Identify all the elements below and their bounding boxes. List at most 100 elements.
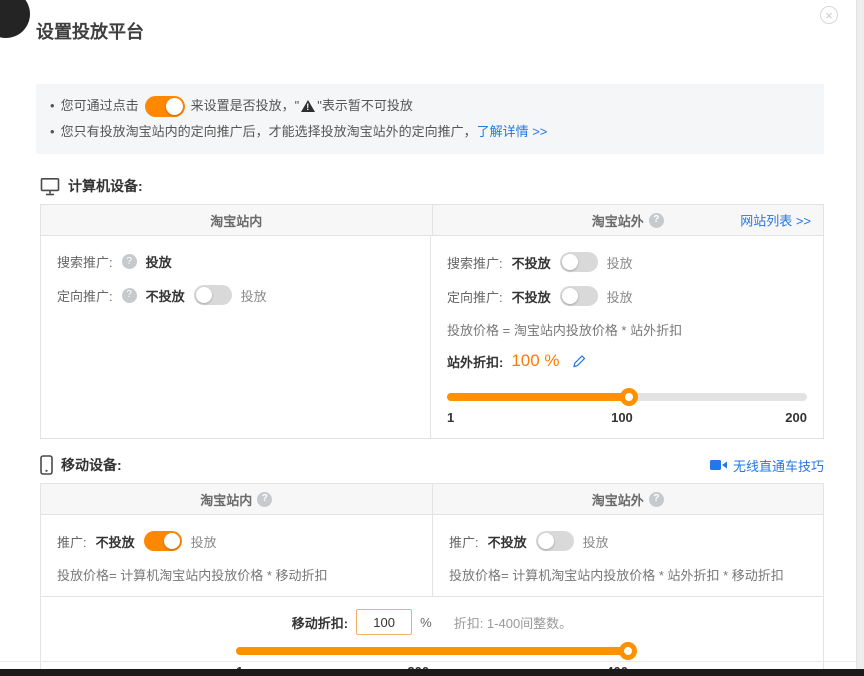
state-text: 不投放 <box>146 286 185 305</box>
offsite-discount-row: 站外折扣: 100 % <box>447 351 807 371</box>
notice-text: 您只有投放淘宝站内的定向推广后，才能选择投放淘宝站外的定向推广， <box>61 120 477 144</box>
scale-mid: 100 <box>611 410 633 425</box>
computer-table: 淘宝站内 淘宝站外 ? 网站列表 >> 搜索推广: ? 投放 定向推广: ? <box>40 204 824 439</box>
col-header-taobao-outside: 淘宝站外 ? <box>432 484 824 514</box>
mobile-discount-slider[interactable] <box>236 647 628 655</box>
pencil-icon[interactable] <box>572 354 586 368</box>
discount-hint: 折扣: 1-400间整数。 <box>454 613 572 632</box>
mobile-inside-toggle[interactable] <box>144 531 182 551</box>
state-text: 投放 <box>191 532 217 551</box>
notice-line-2: • 您只有投放淘宝站内的定向推广后，才能选择投放淘宝站外的定向推广， 了解详情 … <box>50 120 810 144</box>
mobile-outside-row: 推广: 不投放 投放 <box>449 531 807 551</box>
pc-outside-search-row: 搜索推广: 不投放 投放 <box>447 252 807 272</box>
learn-more-link[interactable]: 了解详情 >> <box>477 120 548 144</box>
slider-handle[interactable] <box>620 388 638 406</box>
scale-max: 200 <box>785 410 807 425</box>
pc-outside-target-row: 定向推广: 不投放 投放 <box>447 286 807 306</box>
discount-label: 移动折扣: <box>292 613 348 632</box>
row-label: 定向推广: <box>447 287 503 306</box>
phone-icon <box>40 455 53 475</box>
bottom-bar <box>0 669 864 676</box>
slider-fill <box>447 393 629 401</box>
page-background-strip <box>856 0 864 676</box>
slider-scale: 1 100 200 <box>447 410 807 426</box>
mobile-table: 淘宝站内 ? 淘宝站外 ? 推广: 不投放 投放 投放价格= 计算机淘宝站内 <box>40 483 824 676</box>
background-badge <box>0 0 30 38</box>
question-mark-icon[interactable]: ? <box>122 254 137 269</box>
col-header-label: 淘宝站外 <box>592 490 644 509</box>
col-header-taobao-outside: 淘宝站外 ? 网站列表 >> <box>432 205 824 235</box>
offsite-discount-slider[interactable] <box>447 393 807 401</box>
col-header-label: 淘宝站内 <box>200 490 252 509</box>
dialog-title: 设置投放平台 <box>36 18 864 44</box>
state-text: 不投放 <box>488 532 527 551</box>
computer-section-header: 计算机设备: <box>40 176 864 196</box>
row-label: 搜索推广: <box>57 252 113 271</box>
screen: × 设置投放平台 • 您可通过点击 来设置是否投放，" "表示暂不可投放 • 您… <box>0 0 864 676</box>
mobile-table-body: 推广: 不投放 投放 投放价格= 计算机淘宝站内投放价格 * 移动折扣 推广: … <box>41 515 823 596</box>
question-mark-icon[interactable]: ? <box>649 492 664 507</box>
wireless-tips-label: 无线直通车技巧 <box>733 456 824 475</box>
state-text: 投放 <box>607 253 633 272</box>
pc-outside-target-toggle[interactable] <box>560 286 598 306</box>
mobile-outside-toggle[interactable] <box>536 531 574 551</box>
state-text: 不投放 <box>512 253 551 272</box>
mobile-discount-input[interactable] <box>356 609 412 635</box>
row-label: 搜索推广: <box>447 253 503 272</box>
state-text: 投放 <box>583 532 609 551</box>
percent-unit: % <box>420 615 432 630</box>
mobile-inside-row: 推广: 不投放 投放 <box>57 531 416 551</box>
mobile-discount-section: 移动折扣: % 折扣: 1-400间整数。 1 200 400 <box>41 596 823 676</box>
pc-inside-target-toggle[interactable] <box>194 285 232 305</box>
pc-inside-cell: 搜索推广: ? 投放 定向推广: ? 不投放 投放 <box>41 236 430 438</box>
video-camera-icon <box>710 459 727 471</box>
wireless-tips-link[interactable]: 无线直通车技巧 <box>710 456 824 475</box>
question-mark-icon[interactable]: ? <box>649 213 664 228</box>
website-list-link[interactable]: 网站列表 >> <box>740 211 811 230</box>
question-mark-icon[interactable]: ? <box>257 492 272 507</box>
col-header-label: 淘宝站内 <box>210 211 262 230</box>
mobile-table-header: 淘宝站内 ? 淘宝站外 ? <box>41 484 823 515</box>
col-header-taobao-inside: 淘宝站内 <box>41 205 432 235</box>
state-text: 投放 <box>146 252 172 271</box>
computer-table-body: 搜索推广: ? 投放 定向推广: ? 不投放 投放 搜索推广: 不投放 投放 <box>41 236 823 438</box>
close-button[interactable]: × <box>820 6 838 24</box>
notice-text: 您可通过点击 <box>61 94 139 118</box>
col-header-taobao-inside: 淘宝站内 ? <box>41 484 432 514</box>
notice-text: 来设置是否投放，" <box>191 94 300 118</box>
notice-box: • 您可通过点击 来设置是否投放，" "表示暂不可投放 • 您只有投放淘宝站内的… <box>36 84 824 154</box>
mobile-inside-cell: 推广: 不投放 投放 投放价格= 计算机淘宝站内投放价格 * 移动折扣 <box>41 515 432 596</box>
state-text: 投放 <box>607 287 633 306</box>
section-title: 移动设备: <box>61 455 122 475</box>
question-mark-icon[interactable]: ? <box>122 288 137 303</box>
scale-min: 1 <box>447 410 454 425</box>
state-text: 投放 <box>241 286 267 305</box>
mobile-discount-row: 移动折扣: % 折扣: 1-400间整数。 <box>41 609 823 635</box>
price-formula: 投放价格= 计算机淘宝站内投放价格 * 移动折扣 <box>57 565 416 584</box>
state-text: 不投放 <box>96 532 135 551</box>
notice-line-1: • 您可通过点击 来设置是否投放，" "表示暂不可投放 <box>50 94 810 118</box>
toggle-on-icon <box>145 96 185 117</box>
offsite-discount-value: 100 % <box>511 351 559 371</box>
col-header-label: 淘宝站外 <box>592 211 644 230</box>
row-label: 推广: <box>57 532 87 551</box>
price-formula: 投放价格= 计算机淘宝站内投放价格 * 站外折扣 * 移动折扣 <box>449 565 807 584</box>
computer-table-header: 淘宝站内 淘宝站外 ? 网站列表 >> <box>41 205 823 236</box>
mobile-outside-cell: 推广: 不投放 投放 投放价格= 计算机淘宝站内投放价格 * 站外折扣 * 移动… <box>432 515 823 596</box>
divider <box>0 661 856 662</box>
state-text: 不投放 <box>512 287 551 306</box>
pc-outside-search-toggle[interactable] <box>560 252 598 272</box>
mobile-section-header: 移动设备: 无线直通车技巧 <box>40 455 824 475</box>
pc-inside-search-row: 搜索推广: ? 投放 <box>57 252 414 271</box>
price-formula: 投放价格 = 淘宝站内投放价格 * 站外折扣 <box>447 320 807 339</box>
section-title: 计算机设备: <box>68 176 143 196</box>
bullet-dot: • <box>50 120 55 144</box>
close-icon: × <box>825 9 833 22</box>
warning-triangle-icon <box>301 100 315 112</box>
discount-label: 站外折扣: <box>447 352 503 371</box>
bullet-dot: • <box>50 94 55 118</box>
row-label: 推广: <box>449 532 479 551</box>
pc-outside-cell: 搜索推广: 不投放 投放 定向推广: 不投放 投放 投放价格 = 淘宝站内投放价… <box>430 236 823 438</box>
row-label: 定向推广: <box>57 286 113 305</box>
slider-handle[interactable] <box>619 642 637 660</box>
